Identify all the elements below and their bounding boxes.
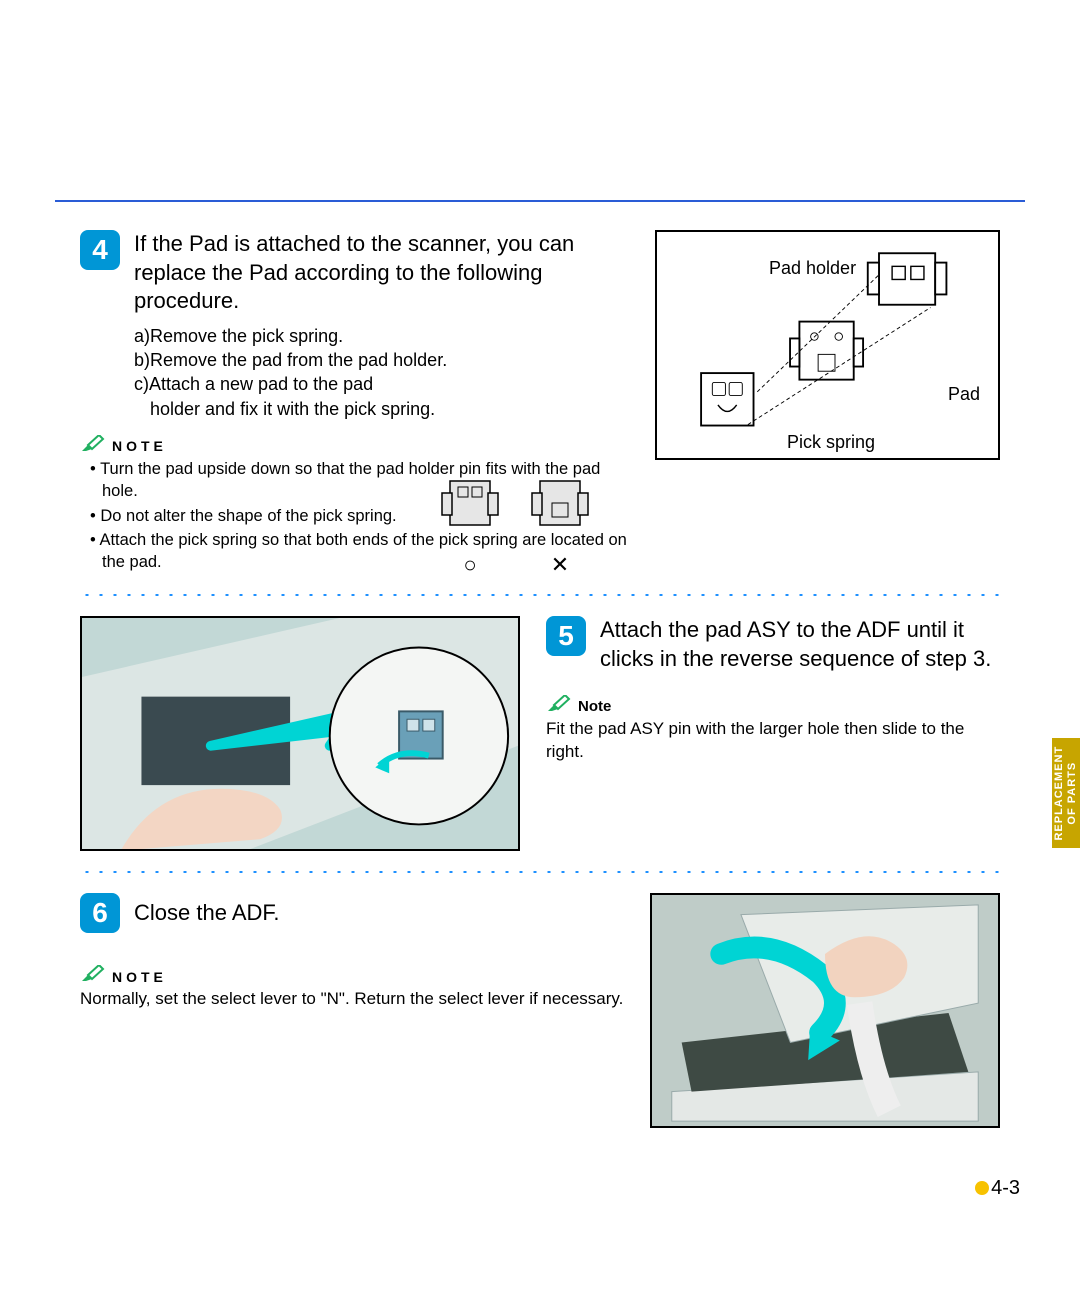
ok-mark: ○	[440, 552, 500, 578]
step-6-note-header: NOTE	[80, 965, 624, 988]
section-tab-line1: REPLACEMENT	[1053, 746, 1065, 841]
header-rule	[55, 200, 1025, 202]
step-6-heading: 6 Close the ADF.	[80, 893, 624, 933]
step-4-sublist: a)Remove the pick spring. b)Remove the p…	[134, 324, 635, 421]
page-content: 4 If the Pad is attached to the scanner,…	[80, 230, 1000, 1128]
step-6: 6 Close the ADF. NOTE Normally, set the …	[80, 893, 1000, 1128]
step-6-photo	[650, 893, 1000, 1128]
step-6-note-text: Normally, set the select lever to "N". R…	[80, 988, 624, 1011]
step-4-a: a)Remove the pick spring.	[134, 324, 635, 348]
step-5-photo	[80, 616, 520, 851]
step-4-heading: 4 If the Pad is attached to the scanner,…	[80, 230, 635, 316]
step-6-text-column: 6 Close the ADF. NOTE Normally, set the …	[80, 893, 624, 1011]
page-number: 4-3	[975, 1177, 1020, 1200]
step-5-title: Attach the pad ASY to the ADF until it c…	[600, 616, 1000, 673]
step-5-note-label: Note	[578, 698, 611, 715]
step-4-title: If the Pad is attached to the scanner, y…	[134, 230, 635, 316]
diagram-label-pick-spring: Pick spring	[787, 432, 875, 453]
step-5: 5 Attach the pad ASY to the ADF until it…	[80, 616, 1000, 855]
page-dot-icon	[975, 1181, 989, 1195]
step-6-note-label: NOTE	[112, 969, 167, 985]
step-5-note-text: Fit the pad ASY pin with the larger hole…	[546, 718, 1000, 764]
pencil-icon	[546, 695, 572, 718]
step-number-4: 4	[80, 230, 120, 270]
ng-mark: ✕	[530, 552, 590, 578]
pencil-icon	[80, 435, 106, 458]
step-4-note-label: NOTE	[112, 438, 167, 454]
step-4-c-line1: c)Attach a new pad to the pad	[134, 372, 635, 396]
pencil-icon	[80, 965, 106, 988]
step-number-6: 6	[80, 893, 120, 933]
pad-wrong: ✕	[530, 475, 590, 578]
pad-correct: ○	[440, 475, 500, 578]
step-6-title: Close the ADF.	[134, 893, 280, 928]
pad-diagram: Pad holder Pad Pick spring	[655, 230, 1000, 460]
section-tab: REPLACEMENT OF PARTS	[1052, 738, 1080, 848]
step-5-text-column: 5 Attach the pad ASY to the ADF until it…	[546, 616, 1000, 764]
step-4-b: b)Remove the pad from the pad holder.	[134, 348, 635, 372]
diagram-label-pad-holder: Pad holder	[769, 258, 856, 279]
separator	[80, 869, 1000, 875]
separator	[80, 592, 1000, 598]
diagram-label-pad: Pad	[948, 384, 980, 405]
step-4-note-header: NOTE	[80, 435, 635, 458]
step-5-note-header: Note	[546, 695, 1000, 718]
step-number-5: 5	[546, 616, 586, 656]
step-5-heading: 5 Attach the pad ASY to the ADF until it…	[546, 616, 1000, 673]
page-number-text: 4-3	[991, 1177, 1020, 1199]
section-tab-line2: OF PARTS	[1066, 762, 1078, 825]
step-4-c-line2: holder and fix it with the pick spring.	[134, 397, 635, 421]
